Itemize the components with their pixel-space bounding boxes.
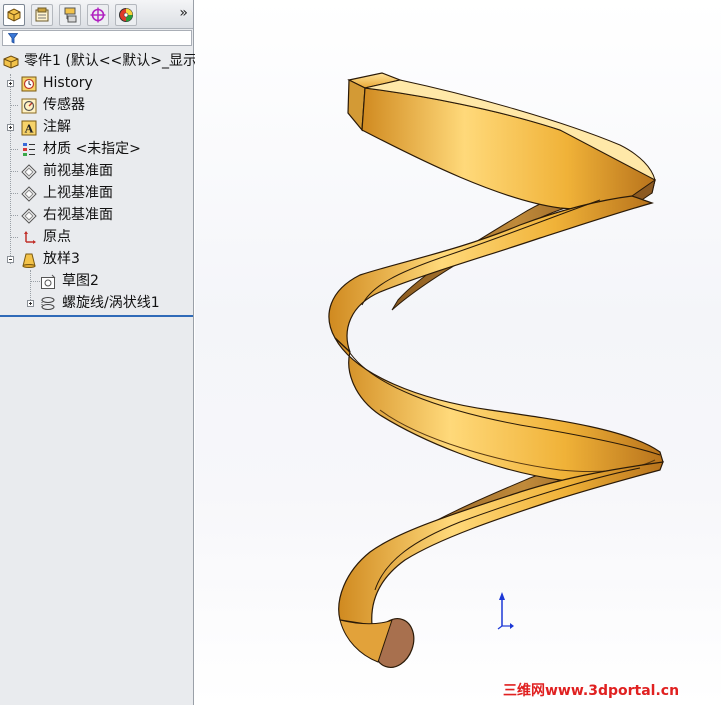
display-manager-tab[interactable] — [115, 4, 137, 26]
filter-icon — [8, 33, 18, 44]
tree-item-label: 草图2 — [62, 273, 99, 289]
tree-root-part[interactable]: 零件1 (默认<<默认>_显示 — [0, 50, 197, 72]
tree-item-label: 前视基准面 — [43, 163, 113, 179]
tree-item-material[interactable]: 材质 <未指定> — [0, 138, 193, 160]
dimxpert-manager-tab[interactable] — [87, 4, 109, 26]
property-manager-icon — [35, 7, 49, 22]
tree-item-label: 螺旋线/涡状线1 — [62, 295, 160, 311]
manager-tab-bar: » — [0, 0, 193, 29]
expand-plus-icon[interactable] — [7, 124, 14, 131]
tree-item-label: 放样3 — [43, 251, 80, 267]
feature-manager-panel: » 零件1 (默认<<默认>_显示 History 传感器 A 注解 材质 <未… — [0, 0, 197, 705]
tree-item-helix[interactable]: 螺旋线/涡状线1 — [0, 292, 193, 314]
plane-icon — [21, 208, 37, 224]
tree-item-history[interactable]: History — [0, 72, 193, 94]
tree-root-label: 零件1 (默认<<默认>_显示 — [24, 53, 198, 69]
rollback-bar[interactable] — [0, 315, 193, 317]
tree-item-sketch[interactable]: 草图2 — [0, 270, 193, 292]
tree-item-label: 传感器 — [43, 97, 85, 113]
configuration-manager-icon — [64, 7, 77, 23]
feature-manager-tab[interactable] — [3, 4, 25, 26]
graphics-viewport[interactable] — [195, 0, 721, 705]
expand-plus-icon[interactable] — [27, 300, 34, 307]
property-manager-tab[interactable] — [31, 4, 53, 26]
part-icon — [7, 8, 21, 22]
tree-item-label: History — [43, 75, 93, 91]
tree-item-label: 注解 — [43, 119, 71, 135]
tree-item-sensors[interactable]: 传感器 — [0, 94, 193, 116]
origin-icon — [24, 231, 36, 244]
tree-item-label: 原点 — [43, 229, 71, 245]
helix-spring-model[interactable] — [195, 0, 721, 705]
tree-item-front-plane[interactable]: 前视基准面 — [0, 160, 193, 182]
annotation-icon: A — [21, 120, 37, 136]
collapse-minus-icon[interactable] — [7, 256, 14, 263]
tree-item-annotations[interactable]: A 注解 — [0, 116, 193, 138]
svg-text:A: A — [24, 123, 34, 136]
tree-filter-input[interactable] — [2, 30, 192, 46]
tree-item-right-plane[interactable]: 右视基准面 — [0, 204, 193, 226]
part-icon — [3, 55, 19, 69]
more-tabs-chevron-icon[interactable]: » — [179, 5, 188, 21]
configuration-manager-tab[interactable] — [59, 4, 81, 26]
tree-item-label: 上视基准面 — [43, 185, 113, 201]
plane-icon — [21, 186, 37, 202]
tree-item-label: 材质 <未指定> — [43, 141, 141, 157]
tree-item-loft[interactable]: 放样3 — [0, 248, 193, 270]
history-icon — [21, 76, 37, 92]
sensor-icon — [21, 98, 37, 114]
plane-icon — [21, 164, 37, 180]
watermark: 三维网www.3dportal.cn — [503, 683, 680, 699]
tree-item-top-plane[interactable]: 上视基准面 — [0, 182, 193, 204]
loft-feature-icon — [22, 253, 36, 268]
coordinate-triad-icon — [497, 592, 514, 630]
helix-icon — [41, 297, 55, 310]
expand-plus-icon[interactable] — [7, 80, 14, 87]
dimxpert-icon — [90, 7, 106, 23]
tree-item-label: 右视基准面 — [43, 207, 113, 223]
material-icon — [23, 143, 35, 156]
tree-item-origin[interactable]: 原点 — [0, 226, 193, 248]
sketch-icon — [41, 274, 56, 289]
display-manager-icon — [119, 8, 133, 22]
